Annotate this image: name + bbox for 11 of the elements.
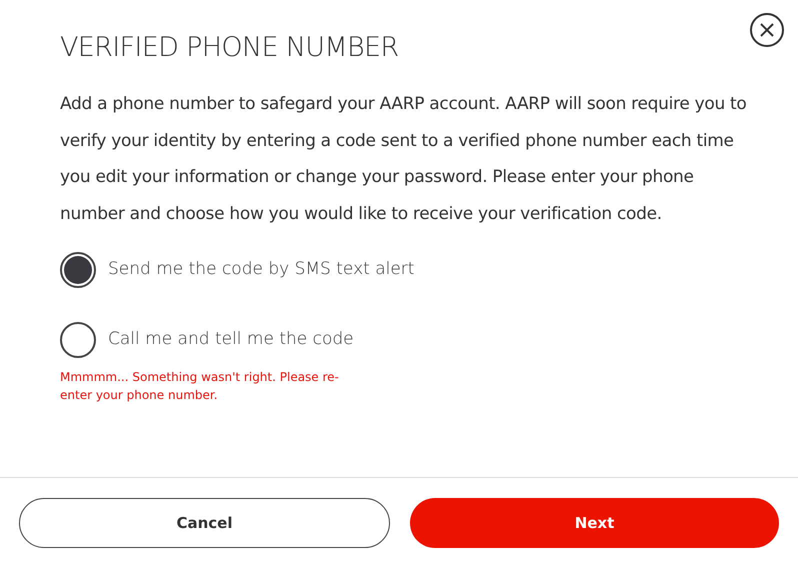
cancel-button[interactable]: Cancel	[19, 498, 390, 548]
dialog-title: VERIFIED PHONE NUMBER	[60, 31, 400, 65]
radio-label[interactable]: Call me and tell me the code	[108, 327, 354, 353]
dialog-description: Add a phone number to safegard your AARP account. AARP will soon require you to verify your identity by entering a code sent to a verified phone number each time you edit your information or change your password. Please enter your phone number and choose how you would like to receive your verification code.	[60, 93, 748, 226]
close-button[interactable]	[750, 13, 784, 47]
next-button[interactable]: Next	[410, 498, 779, 548]
error-message: Mmmmm... Something wasn't right. Please re-enter your phone number.	[60, 369, 340, 404]
radio-label[interactable]: Send me the code by SMS text alert	[108, 257, 414, 283]
radio-button[interactable]	[60, 322, 96, 358]
close-icon	[760, 23, 774, 37]
radio-button[interactable]	[60, 252, 96, 288]
